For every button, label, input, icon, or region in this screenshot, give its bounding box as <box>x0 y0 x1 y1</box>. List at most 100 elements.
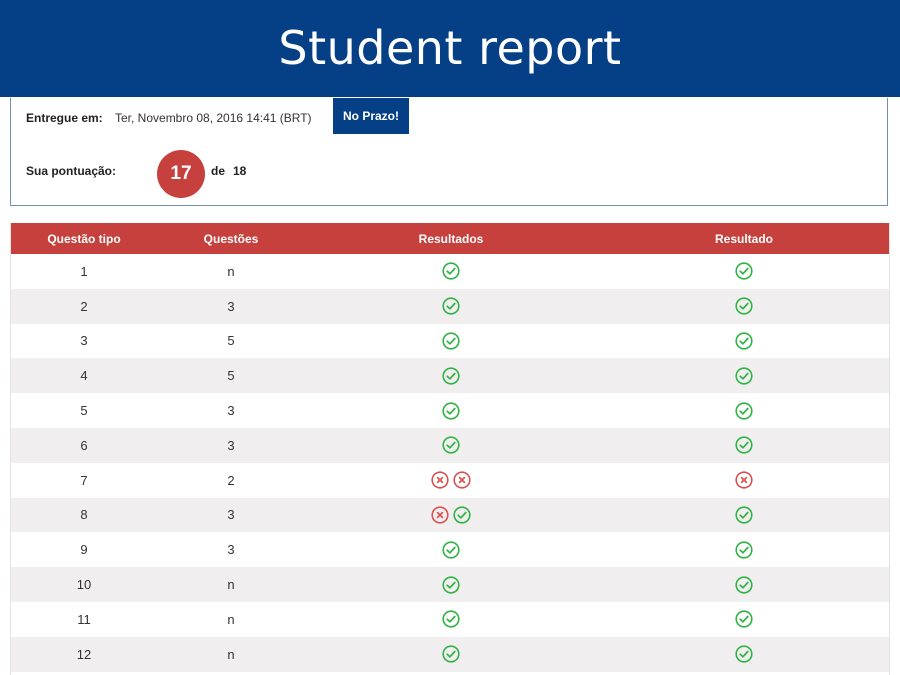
check-circle-icon <box>735 541 753 559</box>
results-table-container: Questão tipo Questões Resultados Resulta… <box>10 223 890 675</box>
column-header-results: Resultados <box>305 223 597 254</box>
result-cell <box>597 427 889 463</box>
table-row: 53 <box>11 393 889 428</box>
question-type-cell: 5 <box>80 403 88 419</box>
check-circle-icon <box>735 367 753 385</box>
questions-cell: 3 <box>157 497 305 533</box>
results-cell <box>305 393 597 428</box>
delivered-label: Entregue em: <box>26 111 103 125</box>
result-cell <box>597 602 889 637</box>
check-circle-icon <box>442 436 460 454</box>
check-circle-icon <box>442 367 460 385</box>
table-row: 1n <box>11 254 889 289</box>
score-of-label: de <box>211 164 226 178</box>
results-table-body: 1 n 2 3 3 5 4 5 5 3 6 3 7 2 8 3 9 3 10 n 11 n 12 n <box>11 254 889 672</box>
table-row: 63 <box>11 427 889 463</box>
x-circle-icon <box>431 506 449 524</box>
results-cell <box>305 254 597 289</box>
x-circle-icon <box>431 471 449 489</box>
result-cell <box>597 324 889 359</box>
results-cell <box>305 532 597 567</box>
question-type-cell: 3 <box>80 333 88 349</box>
results-cell <box>305 463 597 498</box>
x-circle-icon <box>453 471 471 489</box>
result-cell <box>597 463 889 498</box>
result-cell <box>597 358 889 394</box>
table-row: 11 n <box>11 602 889 637</box>
result-cell <box>597 532 889 567</box>
results-cell <box>305 567 597 602</box>
questions-cell: 5 <box>227 333 235 349</box>
question-type-cell: 6 <box>11 427 157 463</box>
page-header: Student report <box>0 0 900 97</box>
x-circle-icon <box>735 471 753 489</box>
result-cell <box>597 497 889 533</box>
question-type-cell: 1 <box>80 263 88 279</box>
check-circle-icon <box>442 610 460 628</box>
result-cell <box>597 254 889 289</box>
questions-cell: n <box>227 611 235 627</box>
delivered-timestamp: Ter, Novembro 08, 2016 14:41 (BRT) <box>115 111 312 125</box>
check-circle-icon <box>453 506 471 524</box>
questions-cell: 3 <box>157 288 305 324</box>
results-table-header: Questão tipo Questões Resultados Resulta… <box>11 223 889 254</box>
check-circle-icon <box>442 575 460 594</box>
score-label: Sua pontuação: <box>26 164 117 178</box>
question-type-cell: 9 <box>80 542 88 558</box>
result-cell <box>597 567 889 602</box>
check-circle-icon <box>735 575 753 594</box>
table-row: 93 <box>11 532 889 567</box>
question-type-cell: 12 <box>11 636 157 672</box>
check-circle-icon <box>735 506 753 524</box>
results-cell <box>305 288 597 324</box>
table-row: 23 <box>11 288 889 324</box>
questions-cell: n <box>157 636 305 672</box>
question-type-cell: 11 <box>77 611 91 627</box>
score-total: 18 <box>233 164 247 178</box>
question-type-cell: 2 <box>11 288 157 324</box>
check-circle-icon <box>735 436 753 454</box>
table-row: 10 n <box>11 567 889 602</box>
check-circle-icon <box>442 401 460 420</box>
questions-cell: 2 <box>227 472 235 488</box>
results-cell <box>305 324 597 359</box>
questions-cell: n <box>227 263 235 279</box>
check-circle-icon <box>735 262 753 280</box>
table-row: 45 <box>11 358 889 394</box>
column-header-question-type: Questão tipo <box>11 223 157 254</box>
questions-cell: 3 <box>227 542 235 558</box>
check-circle-icon <box>442 262 460 280</box>
result-cell <box>597 393 889 428</box>
question-type-cell: 8 <box>11 497 157 533</box>
table-row: 12 n <box>11 636 889 672</box>
results-cell <box>305 497 597 533</box>
check-circle-icon <box>735 332 753 350</box>
questions-cell: 5 <box>157 358 305 394</box>
results-cell <box>305 358 597 394</box>
result-cell <box>597 636 889 672</box>
submission-info-panel: Entregue em: Ter, Novembro 08, 2016 14:4… <box>10 98 888 206</box>
question-type-cell: 4 <box>11 358 157 394</box>
check-circle-icon <box>442 645 460 663</box>
table-row: 72 <box>11 463 889 498</box>
questions-cell: 3 <box>157 427 305 463</box>
question-type-cell: 10 <box>11 567 157 602</box>
questions-cell: n <box>157 567 305 602</box>
check-circle-icon <box>735 401 753 420</box>
check-circle-icon <box>442 297 460 315</box>
question-type-cell: 7 <box>80 472 88 488</box>
check-circle-icon <box>735 297 753 315</box>
check-circle-icon <box>442 541 460 559</box>
check-circle-icon <box>735 645 753 663</box>
results-cell <box>305 636 597 672</box>
results-table: Questão tipo Questões Resultados Resulta… <box>11 223 889 672</box>
column-header-result: Resultado <box>597 223 889 254</box>
results-cell <box>305 602 597 637</box>
check-circle-icon <box>442 332 460 350</box>
questions-cell: 3 <box>227 403 235 419</box>
page-title: Student report <box>278 21 622 75</box>
check-circle-icon <box>735 610 753 628</box>
table-row: 35 <box>11 324 889 359</box>
column-header-questions: Questões <box>157 223 305 254</box>
on-time-status-badge: No Prazo! <box>333 98 409 134</box>
